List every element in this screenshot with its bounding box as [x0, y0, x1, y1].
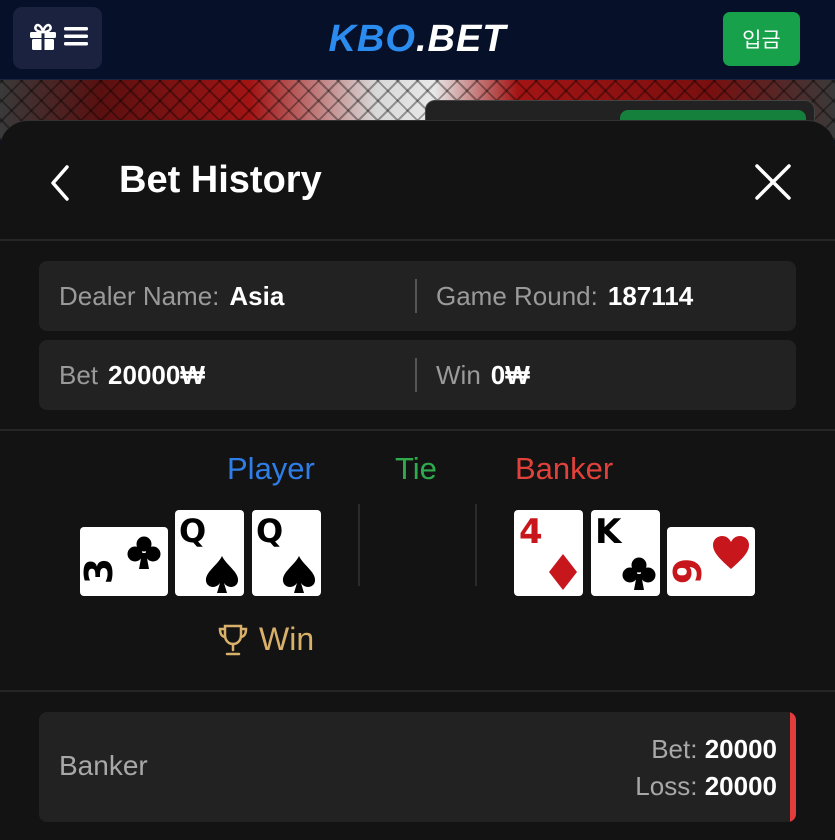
close-icon	[755, 164, 791, 200]
bet-cell: Bet 20000₩	[59, 340, 205, 410]
card-rank: Q	[179, 512, 207, 550]
spade-suit-icon	[205, 556, 239, 593]
result-loss-line: Loss: 20000	[635, 771, 777, 802]
player-card-3-clubs: 3	[77, 527, 168, 596]
result-loss-label: Loss:	[635, 771, 698, 801]
club-suit-icon	[622, 557, 656, 590]
spade-suit-icon	[282, 556, 316, 593]
banker-card-9-hearts: 9	[666, 527, 755, 596]
game-round-value: 187114	[607, 280, 694, 311]
site-logo[interactable]: KBO.BET	[0, 18, 835, 61]
bet-value: 20000₩	[108, 359, 205, 390]
sheet-header: Bet History	[0, 121, 835, 241]
page-title: Bet History	[119, 159, 322, 201]
dealer-name-value: Asia	[229, 280, 285, 311]
logo-part-bet: .BET	[415, 18, 507, 60]
tie-label: Tie	[395, 451, 437, 486]
logo-part-kbo: KBO	[328, 18, 416, 60]
section-divider	[0, 429, 835, 431]
player-card-q-spades: Q	[175, 510, 244, 596]
player-card-q-spades: Q	[252, 510, 321, 596]
trophy-icon	[218, 624, 248, 655]
card-rank: Q	[256, 512, 284, 550]
win-cell: Win 0₩	[436, 340, 530, 410]
win-value: 0₩	[490, 359, 530, 390]
top-bar: KBO.BET 입금	[0, 0, 835, 80]
close-button[interactable]	[752, 161, 794, 203]
divider	[415, 279, 417, 313]
bet-history-sheet: Bet History Dealer Name: Asia Game Round…	[0, 120, 835, 840]
card-rank: 9	[666, 557, 711, 585]
win-label: Win	[436, 359, 481, 390]
back-button[interactable]	[45, 161, 79, 205]
deposit-button[interactable]: 입금	[723, 12, 800, 66]
banker-card-k-clubs: K	[591, 510, 660, 596]
chevron-left-icon	[51, 165, 69, 201]
player-label: Player	[227, 451, 315, 486]
diamond-suit-icon	[549, 554, 577, 590]
dealer-name-label: Dealer Name:	[59, 280, 220, 311]
loss-status-bar	[790, 712, 796, 822]
game-round-cell: Game Round: 187114	[436, 261, 693, 331]
game-round-label: Game Round:	[436, 280, 598, 311]
bet-result-card: Banker Bet: 20000 Loss: 20000	[39, 712, 796, 822]
result-loss-value: 20000	[704, 771, 777, 801]
bet-label: Bet	[59, 359, 99, 390]
result-bet-value: 20000	[704, 734, 777, 764]
result-bet-label: Bet:	[651, 734, 698, 764]
divider	[415, 358, 417, 392]
bet-win-row: Bet 20000₩ Win 0₩	[39, 340, 796, 410]
section-divider	[0, 690, 835, 692]
column-divider	[475, 504, 477, 586]
bet-side-label: Banker	[59, 750, 148, 781]
banker-card-4-diamonds: 4	[514, 510, 583, 596]
banker-label: Banker	[515, 451, 614, 486]
card-rank: 3	[77, 557, 122, 585]
column-divider	[358, 504, 360, 586]
card-rank: 4	[519, 512, 543, 552]
player-win-indicator: Win	[217, 621, 314, 658]
heart-suit-icon	[713, 536, 749, 569]
win-text: Win	[259, 621, 315, 657]
result-bet-line: Bet: 20000	[651, 734, 777, 765]
club-suit-icon	[127, 536, 161, 569]
card-rank: K	[595, 512, 622, 552]
dealer-name-cell: Dealer Name: Asia	[59, 261, 284, 331]
dealer-round-row: Dealer Name: Asia Game Round: 187114	[39, 261, 796, 331]
